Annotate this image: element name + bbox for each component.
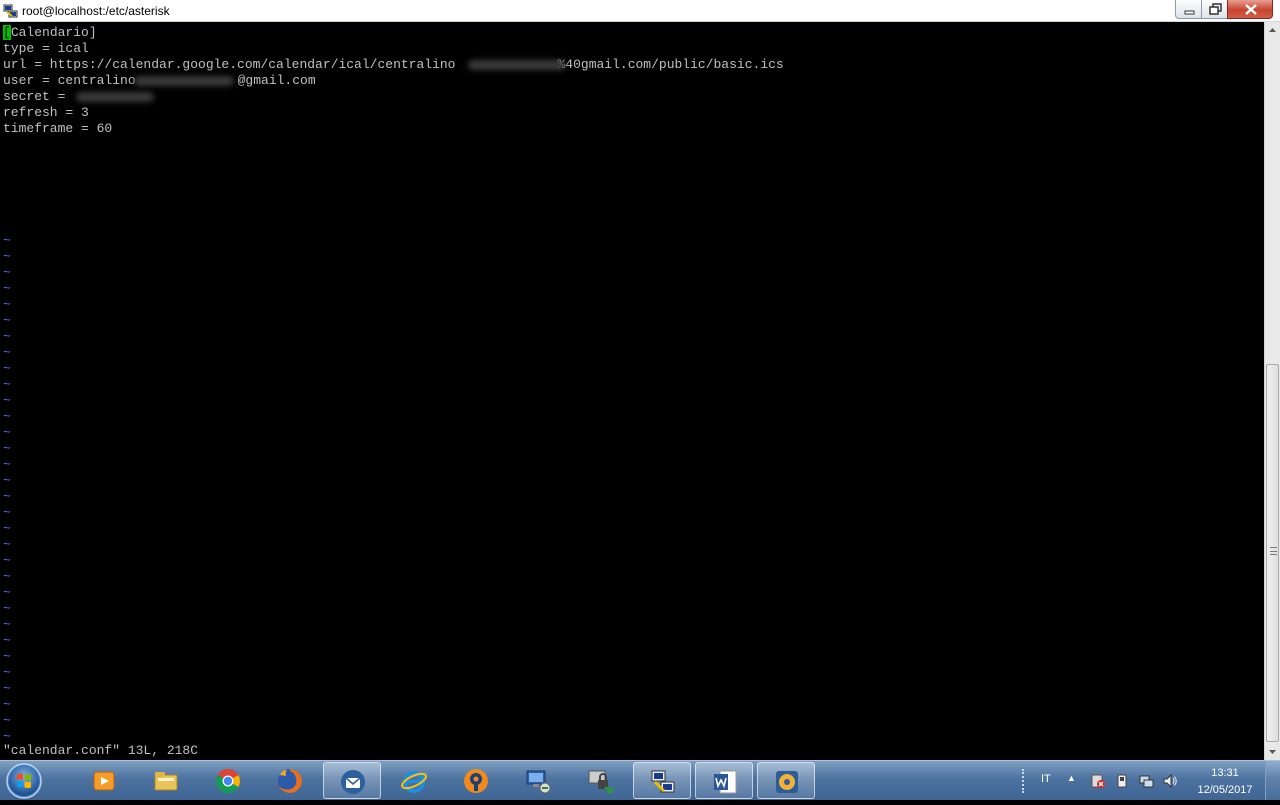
- clock-time[interactable]: 13:31: [1200, 767, 1250, 779]
- config-line-timeframe: timeframe = 60: [3, 121, 113, 136]
- empty-line-marker: ~: [3, 361, 11, 376]
- word-icon: [714, 770, 737, 794]
- show-desktop-button[interactable]: [1265, 761, 1280, 800]
- taskbar-word[interactable]: [695, 762, 753, 799]
- config-line-section: [Calendario]: [3, 25, 97, 40]
- taskbar-openvpn[interactable]: [447, 762, 505, 799]
- openvpn-icon: [464, 769, 488, 793]
- empty-line-marker: ~: [3, 441, 11, 456]
- taskbar-chrome[interactable]: [199, 762, 257, 799]
- taskbar-thunderbird[interactable]: [323, 762, 381, 799]
- putty-icon: [651, 770, 675, 793]
- media-player-icon: [93, 771, 115, 791]
- vpn-lock-icon: [588, 770, 613, 793]
- empty-line-marker: ~: [3, 265, 11, 280]
- terminal-area[interactable]: [Calendario] type = ical url = https://c…: [0, 22, 1264, 760]
- taskbar-remote-connection[interactable]: [509, 762, 567, 799]
- taskbar-media[interactable]: [757, 762, 815, 799]
- config-line-refresh: refresh = 3: [3, 105, 89, 120]
- empty-line-marker: ~: [3, 681, 11, 696]
- empty-line-marker: ~: [3, 553, 11, 568]
- chrome-icon: [216, 769, 240, 794]
- media-icon: [776, 771, 798, 793]
- empty-line-marker: ~: [3, 537, 11, 552]
- network-icon[interactable]: [1138, 773, 1154, 789]
- empty-line-marker: ~: [3, 281, 11, 296]
- title-bar: root@localhost:/etc/asterisk: [0, 0, 1280, 22]
- empty-line-marker: ~: [3, 713, 11, 728]
- tray-grip: [1022, 769, 1030, 793]
- restore-button[interactable]: [1201, 0, 1228, 19]
- close-icon: [1245, 4, 1257, 15]
- empty-line-marker: ~: [3, 409, 11, 424]
- close-button[interactable]: [1227, 0, 1273, 19]
- empty-line-marker: ~: [3, 249, 11, 264]
- taskbar: IT ▲ 13:31 12/05/2017: [0, 760, 1280, 800]
- remote-connection-icon: [526, 770, 551, 794]
- start-button[interactable]: [2, 762, 46, 800]
- restore-icon: [1209, 3, 1222, 15]
- vertical-scrollbar[interactable]: [1264, 22, 1280, 760]
- scroll-down-button[interactable]: [1265, 744, 1280, 760]
- empty-line-marker: ~: [3, 697, 11, 712]
- empty-line-marker: ~: [3, 345, 11, 360]
- clock-date[interactable]: 12/05/2017: [1192, 784, 1258, 796]
- empty-line-marker: ~: [3, 377, 11, 392]
- empty-line-marker: ~: [3, 665, 11, 680]
- window-title: root@localhost:/etc/asterisk: [22, 4, 170, 18]
- empty-line-marker: ~: [3, 489, 11, 504]
- redaction-blur: [134, 76, 234, 86]
- empty-line-marker: ~: [3, 329, 11, 344]
- scroll-thumb[interactable]: [1266, 364, 1279, 742]
- windows-logo-icon: [6, 763, 42, 799]
- arrow-down-icon: [1269, 750, 1276, 754]
- show-hidden-icons-icon[interactable]: ▲: [1067, 773, 1076, 783]
- config-line-secret: secret =: [3, 89, 74, 104]
- taskbar-putty[interactable]: [633, 762, 691, 799]
- thunderbird-icon: [341, 770, 365, 794]
- taskbar-firefox[interactable]: [261, 762, 319, 799]
- empty-line-marker: ~: [3, 585, 11, 600]
- language-indicator[interactable]: IT: [1041, 773, 1051, 785]
- arrow-up-icon: [1269, 28, 1276, 32]
- minimize-button[interactable]: [1175, 0, 1202, 19]
- empty-line-marker: ~: [3, 297, 11, 312]
- putty-icon[interactable]: [3, 3, 19, 19]
- internet-explorer-icon: [401, 771, 427, 793]
- config-line-type: type = ical: [3, 41, 89, 56]
- empty-line-marker: ~: [3, 313, 11, 328]
- empty-line-marker: ~: [3, 425, 11, 440]
- volume-icon[interactable]: [1162, 773, 1178, 789]
- empty-line-marker: ~: [3, 633, 11, 648]
- taskbar-vpn-lock[interactable]: [571, 762, 629, 799]
- taskbar-internet-explorer[interactable]: [385, 762, 443, 799]
- empty-line-marker: ~: [3, 473, 11, 488]
- usb-device-icon[interactable]: [1114, 773, 1130, 789]
- empty-line-marker: ~: [3, 521, 11, 536]
- redaction-blur: [76, 92, 154, 102]
- firefox-icon: [278, 769, 302, 793]
- config-line-url: url = https://calendar.google.com/calend…: [3, 57, 784, 72]
- empty-line-marker: ~: [3, 393, 11, 408]
- empty-line-marker: ~: [3, 649, 11, 664]
- file-explorer-icon: [154, 772, 178, 791]
- minimize-icon: [1184, 10, 1195, 15]
- empty-line-marker: ~: [3, 233, 11, 248]
- empty-line-marker: ~: [3, 617, 11, 632]
- taskbar-media-player[interactable]: [75, 762, 133, 799]
- vim-status-line: "calendar.conf" 13L, 218C: [3, 743, 199, 758]
- scroll-up-button[interactable]: [1265, 22, 1280, 38]
- redaction-blur: [468, 60, 566, 70]
- empty-line-marker: ~: [3, 505, 11, 520]
- action-center-icon[interactable]: [1090, 773, 1106, 789]
- taskbar-file-explorer[interactable]: [137, 762, 195, 799]
- text-cursor: [: [3, 25, 11, 40]
- empty-line-marker: ~: [3, 569, 11, 584]
- grip-icon: [1270, 547, 1277, 555]
- empty-line-marker: ~: [3, 601, 11, 616]
- empty-line-marker: ~: [3, 457, 11, 472]
